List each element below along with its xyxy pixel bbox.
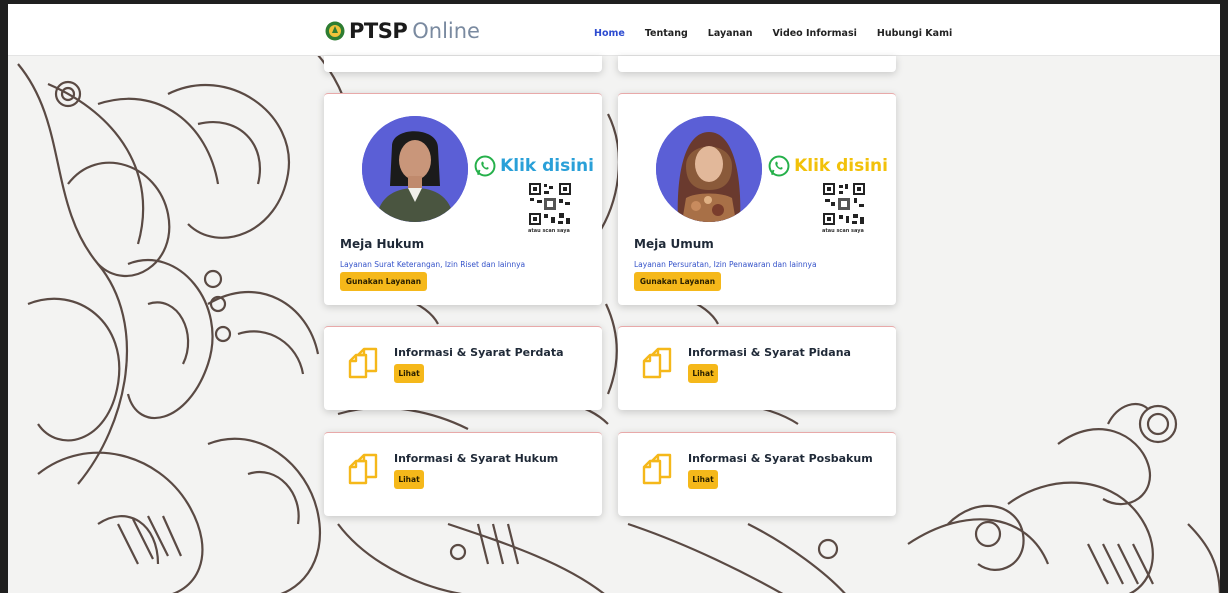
documents-icon [348,347,378,379]
info-title: Informasi & Syarat Pidana [688,346,851,359]
service-title: Meja Umum [634,237,714,251]
documents-icon [642,453,672,485]
klik-disini-text: Klik disini [500,156,594,176]
lihat-button[interactable]: Lihat [688,364,718,383]
gunakan-layanan-button[interactable]: Gunakan Layanan [340,272,427,291]
officer-photo [362,116,468,222]
officer-photo [656,116,762,222]
documents-icon [348,453,378,485]
info-title: Informasi & Syarat Hukum [394,452,559,465]
service-card-meja-umum: Klik disini atau scan saya Meja Umum Lay… [618,93,896,305]
service-description: Layanan Persuratan, Izin Penawaran dan l… [634,260,817,269]
nav-home[interactable]: Home [594,28,625,39]
lihat-button[interactable]: Lihat [688,470,718,489]
whatsapp-row: Klik disini [474,152,594,180]
brand[interactable]: PTSP Online [325,17,480,45]
whatsapp-link[interactable]: Klik disini atau scan saya [768,152,888,242]
whatsapp-link[interactable]: Klik disini atau scan saya [474,152,594,242]
gunakan-layanan-button[interactable]: Gunakan Layanan [634,272,721,291]
lihat-button[interactable]: Lihat [394,364,424,383]
service-title: Meja Hukum [340,237,425,251]
qr-code-icon[interactable] [822,182,866,226]
info-card-pidana: Informasi & Syarat Pidana Lihat [618,326,896,410]
nav-video-informasi[interactable]: Video Informasi [773,28,857,39]
nav-layanan[interactable]: Layanan [708,28,753,39]
service-card-meja-hukum: Klik disini atau scan saya Meja Hukum La… [324,93,602,305]
whatsapp-row: Klik disini [768,152,888,180]
info-card-posbakum: Informasi & Syarat Posbakum Lihat [618,432,896,516]
info-card-hukum: Informasi & Syarat Hukum Lihat [324,432,602,516]
page-frame: PTSP Online Home Tentang Layanan Video I… [0,0,1228,593]
scan-text: atau scan saya [822,228,864,234]
card-stub-left [324,56,602,72]
whatsapp-icon [474,155,496,177]
nav-hubungi-kami[interactable]: Hubungi Kami [877,28,952,39]
top-navbar: PTSP Online Home Tentang Layanan Video I… [8,4,1220,56]
nav-links: Home Tentang Layanan Video Informasi Hub… [594,28,972,39]
lihat-button[interactable]: Lihat [394,470,424,489]
whatsapp-icon [768,155,790,177]
documents-icon [642,347,672,379]
brand-main: PTSP [349,19,408,43]
officer-avatar [362,116,468,222]
info-title: Informasi & Syarat Posbakum [688,452,873,465]
brand-sub: Online [412,19,480,43]
qr-code-icon[interactable] [528,182,572,226]
card-stub-right [618,56,896,72]
info-title: Informasi & Syarat Perdata [394,346,564,359]
klik-disini-text: Klik disini [794,156,888,176]
service-description: Layanan Surat Keterangan, Izin Riset dan… [340,260,526,269]
info-card-perdata: Informasi & Syarat Perdata Lihat [324,326,602,410]
officer-avatar [656,116,762,222]
nav-tentang[interactable]: Tentang [645,28,688,39]
scan-text: atau scan saya [528,228,570,234]
court-emblem-icon [325,21,345,41]
